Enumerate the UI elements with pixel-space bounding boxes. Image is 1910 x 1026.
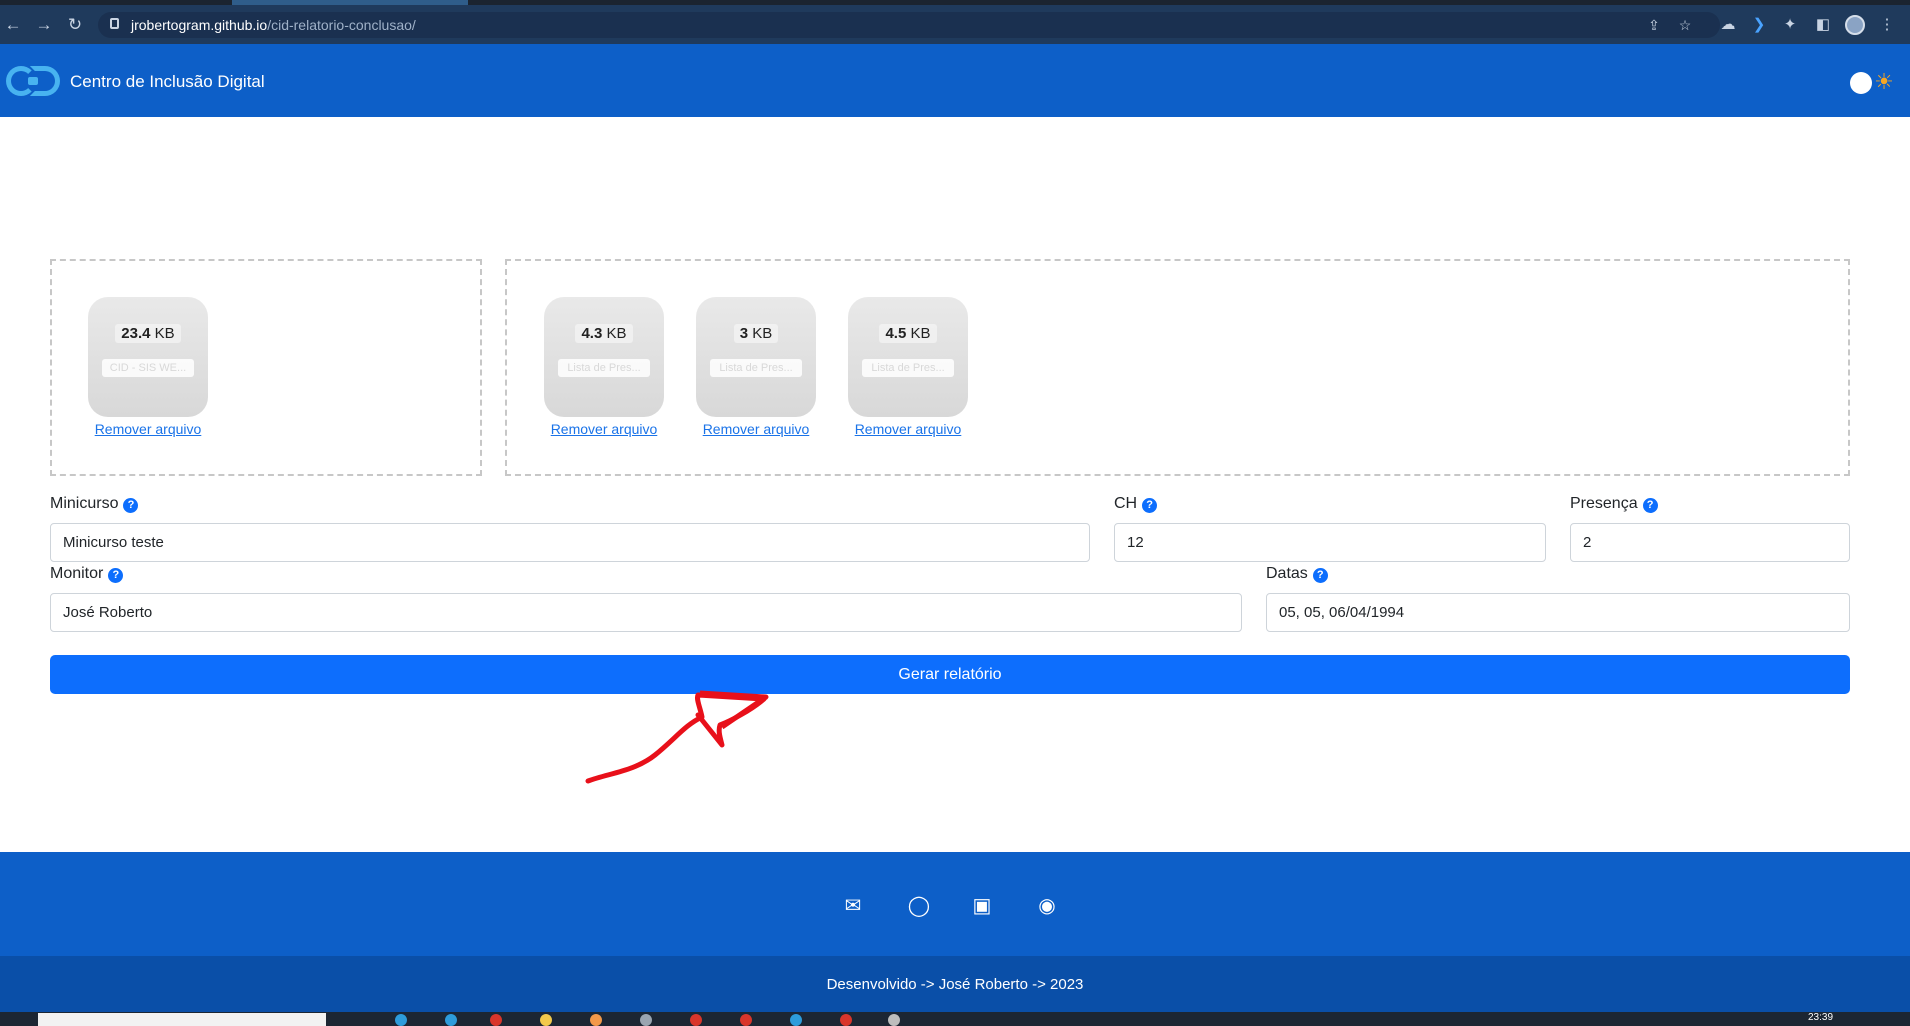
- presenca-label: Presença?: [1570, 495, 1658, 513]
- red-arrow-annotation: [585, 690, 769, 784]
- remove-file-link[interactable]: Remover arquivo: [696, 421, 816, 437]
- taskbar-search[interactable]: [38, 1013, 326, 1026]
- monitor-label: Monitor?: [50, 565, 124, 583]
- remove-file-link[interactable]: Remover arquivo: [544, 421, 664, 437]
- minicurso-input[interactable]: Minicurso teste: [50, 523, 1090, 562]
- taskbar-app-icon[interactable]: [840, 1014, 852, 1026]
- profile-avatar[interactable]: [1845, 15, 1865, 35]
- lock-icon: [110, 18, 119, 29]
- theme-toggle[interactable]: ☀: [1850, 70, 1894, 94]
- sun-icon: ☀: [1874, 69, 1894, 94]
- extensions-puzzle-icon[interactable]: ✦: [1779, 14, 1801, 36]
- minicurso-label: Minicurso?: [50, 495, 139, 513]
- dropzone-attendance-lists[interactable]: 4.3 KB Lista de Pres... Remover arquivo …: [505, 259, 1850, 476]
- credits-text: Desenvolvido -> José Roberto -> 2023: [826, 976, 1084, 993]
- bookmark-star-icon[interactable]: ☆: [1676, 16, 1694, 34]
- help-icon[interactable]: ?: [1312, 568, 1328, 583]
- menu-kebab-icon[interactable]: ⋮: [1876, 14, 1898, 36]
- reload-icon[interactable]: ↻: [64, 14, 86, 36]
- taskbar-clock[interactable]: 23:39: [1808, 1012, 1833, 1023]
- taskbar-app-icon[interactable]: [395, 1014, 407, 1026]
- site-header: Centro de Inclusão Digital ☀: [0, 44, 1910, 117]
- file-name: Lista de Pres...: [558, 359, 650, 377]
- file-name: CID - SIS WE...: [102, 359, 194, 377]
- envelope-icon[interactable]: ✉: [841, 894, 865, 918]
- cid-logo[interactable]: [6, 66, 62, 96]
- taskbar-app-icon[interactable]: [490, 1014, 502, 1026]
- toggle-knob: [1850, 72, 1872, 94]
- linkedin-icon[interactable]: ▣: [970, 894, 994, 918]
- presenca-input[interactable]: 2: [1570, 523, 1850, 562]
- address-bar[interactable]: jrobertogram.github.io/cid-relatorio-con…: [98, 12, 1720, 38]
- taskbar-app-icon[interactable]: [888, 1014, 900, 1026]
- footer-social: ✉ ◯ ▣ ◉: [0, 852, 1910, 956]
- uploaded-file: 3 KB Lista de Pres... Remover arquivo: [696, 297, 816, 437]
- generate-report-button[interactable]: Gerar relatório: [50, 655, 1850, 694]
- datas-label: Datas?: [1266, 565, 1328, 583]
- remove-file-link[interactable]: Remover arquivo: [88, 421, 208, 437]
- file-size: 3 KB: [733, 324, 779, 343]
- monitor-input[interactable]: José Roberto: [50, 593, 1242, 632]
- uploaded-file: 4.3 KB Lista de Pres... Remover arquivo: [544, 297, 664, 437]
- cloud-extension-icon[interactable]: ☁: [1717, 14, 1739, 36]
- help-icon[interactable]: ?: [123, 498, 139, 513]
- remove-file-link[interactable]: Remover arquivo: [848, 421, 968, 437]
- taskbar-app-icon[interactable]: [590, 1014, 602, 1026]
- taskbar-app-icon[interactable]: [740, 1014, 752, 1026]
- file-size: 4.3 KB: [575, 324, 633, 343]
- file-size: 23.4 KB: [115, 324, 181, 343]
- uploaded-file: 23.4 KB CID - SIS WE... Remover arquivo: [88, 297, 208, 437]
- datas-input[interactable]: 05, 05, 06/04/1994: [1266, 593, 1850, 632]
- brand-title[interactable]: Centro de Inclusão Digital: [70, 72, 265, 92]
- wireless-extension-icon[interactable]: ❯: [1748, 14, 1770, 36]
- help-icon[interactable]: ?: [1142, 498, 1158, 513]
- file-name: Lista de Pres...: [710, 359, 802, 377]
- taskbar-app-icon[interactable]: [790, 1014, 802, 1026]
- file-thumbnail: 4.3 KB Lista de Pres...: [544, 297, 664, 417]
- help-icon[interactable]: ?: [1642, 498, 1658, 513]
- footer-credits: Desenvolvido -> José Roberto -> 2023: [0, 956, 1910, 1012]
- github-icon[interactable]: ◉: [1035, 894, 1059, 918]
- back-icon[interactable]: ←: [2, 14, 24, 36]
- url-text: jrobertogram.github.io/cid-relatorio-con…: [131, 17, 416, 33]
- file-thumbnail: 4.5 KB Lista de Pres...: [848, 297, 968, 417]
- file-size: 4.5 KB: [879, 324, 937, 343]
- share-icon[interactable]: ⇪: [1645, 16, 1663, 34]
- taskbar-app-icon[interactable]: [540, 1014, 552, 1026]
- ch-label: CH?: [1114, 495, 1158, 513]
- taskbar-app-icon[interactable]: [690, 1014, 702, 1026]
- taskbar-app-icon[interactable]: [640, 1014, 652, 1026]
- file-thumbnail: 3 KB Lista de Pres...: [696, 297, 816, 417]
- browser-toolbar: ← → ↻ jrobertogram.github.io/cid-relator…: [0, 5, 1910, 44]
- ch-input[interactable]: 12: [1114, 523, 1546, 562]
- os-taskbar: 23:39: [0, 1012, 1910, 1026]
- help-icon[interactable]: ?: [108, 568, 124, 583]
- taskbar-app-icon[interactable]: [445, 1014, 457, 1026]
- file-name: Lista de Pres...: [862, 359, 954, 377]
- dropzone-certificate[interactable]: 23.4 KB CID - SIS WE... Remover arquivo: [50, 259, 482, 476]
- side-panel-icon[interactable]: ◧: [1812, 14, 1834, 36]
- uploaded-file: 4.5 KB Lista de Pres... Remover arquivo: [848, 297, 968, 437]
- forward-icon[interactable]: →: [33, 14, 55, 36]
- file-thumbnail: 23.4 KB CID - SIS WE...: [88, 297, 208, 417]
- instagram-icon[interactable]: ◯: [907, 894, 931, 918]
